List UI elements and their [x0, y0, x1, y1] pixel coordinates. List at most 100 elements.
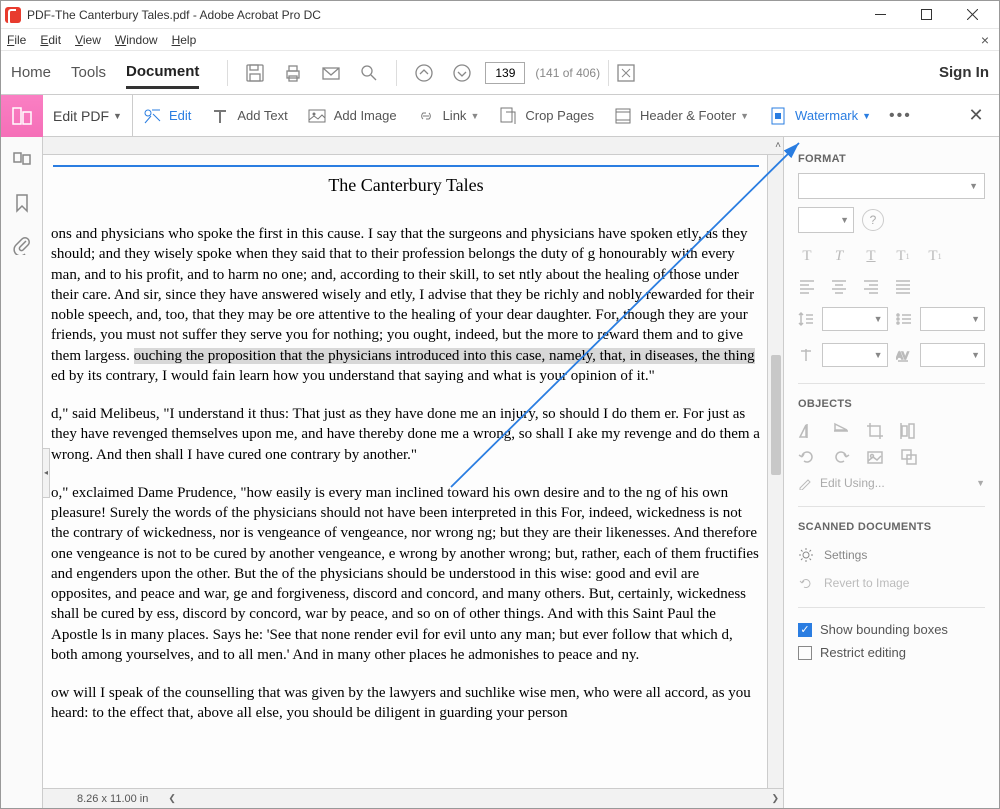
- scroll-up-button[interactable]: ˄: [43, 137, 783, 155]
- crop-obj-icon[interactable]: [866, 422, 884, 440]
- page-down-icon[interactable]: [451, 62, 473, 84]
- page-up-icon[interactable]: [413, 62, 435, 84]
- link-button[interactable]: Link▼: [407, 95, 490, 137]
- align-obj-icon[interactable]: [900, 422, 918, 440]
- hscale-dropdown[interactable]: ▼: [822, 343, 888, 367]
- tab-tools[interactable]: Tools: [71, 64, 106, 87]
- crop-pages-button[interactable]: Crop Pages: [489, 95, 604, 137]
- list-icon: [896, 311, 912, 327]
- menu-view[interactable]: View: [75, 33, 101, 47]
- bookmark-icon[interactable]: [12, 193, 32, 213]
- header-rule: [53, 165, 759, 167]
- char-spacing-dropdown[interactable]: ▼: [920, 343, 986, 367]
- replace-image-icon[interactable]: [866, 448, 884, 466]
- app-icon: [5, 7, 21, 23]
- para-1-highlight: ouching the proposition that the physici…: [134, 348, 755, 364]
- print-icon[interactable]: [282, 62, 304, 84]
- close-button[interactable]: [949, 1, 995, 29]
- para-2: d," said Melibeus, "I understand it thus…: [51, 404, 761, 465]
- maximize-button[interactable]: [903, 1, 949, 29]
- edit-using-dropdown[interactable]: Edit Using... ▼: [798, 476, 985, 490]
- right-sidebar: ▸ FORMAT ▼ ▼ ? T T T T1 T1 ▼: [783, 137, 999, 808]
- text-icon: [211, 107, 229, 125]
- main-toolbar: Home Tools Document (141 of 406) Sign In: [1, 51, 999, 95]
- bold-icon[interactable]: T: [798, 247, 816, 265]
- hscale-icon: [798, 347, 814, 363]
- document-body[interactable]: ons and physicians who spoke the first i…: [45, 224, 767, 724]
- tools-box-icon[interactable]: [617, 64, 635, 82]
- tab-document[interactable]: Document: [126, 63, 199, 89]
- link-label: Link: [443, 108, 467, 123]
- edit-pdf-dropdown[interactable]: Edit PDF▼: [43, 95, 133, 137]
- watermark-button[interactable]: Watermark▼: [759, 95, 881, 137]
- crop-icon: [499, 107, 517, 125]
- menu-bar: File Edit View Window Help ×: [1, 29, 999, 51]
- add-text-button[interactable]: Add Text: [201, 95, 297, 137]
- mail-icon[interactable]: [320, 62, 342, 84]
- para-3: o," exclaimed Dame Prudence, "how easily…: [51, 483, 761, 665]
- edit-icon: [143, 107, 161, 125]
- align-right-icon[interactable]: [862, 277, 880, 295]
- para-4: ow will I speak of the counselling that …: [51, 683, 761, 724]
- settings-label: Settings: [824, 548, 867, 562]
- align-left-icon[interactable]: [798, 277, 816, 295]
- document-close-icon[interactable]: ×: [981, 32, 989, 48]
- edit-button[interactable]: Edit: [133, 95, 201, 137]
- edit-pdf-toolbar: Edit PDF▼ Edit Add Text Add Image Link▼ …: [1, 95, 999, 137]
- font-size-dropdown[interactable]: ▼: [798, 207, 854, 233]
- format-heading: FORMAT: [798, 153, 985, 165]
- restrict-label: Restrict editing: [820, 645, 906, 660]
- search-icon[interactable]: [358, 62, 380, 84]
- scanned-heading: SCANNED DOCUMENTS: [798, 521, 985, 533]
- line-spacing-dropdown[interactable]: ▼: [822, 307, 888, 331]
- page-dimensions: 8.26 x 11.00 in: [77, 793, 148, 805]
- menu-file[interactable]: File: [7, 33, 26, 47]
- superscript-icon[interactable]: T1: [894, 247, 912, 265]
- save-icon[interactable]: [244, 62, 266, 84]
- rotate-cw-icon[interactable]: [832, 448, 850, 466]
- edit-pdf-tool-icon[interactable]: [1, 95, 43, 137]
- menu-help[interactable]: Help: [172, 33, 197, 47]
- menu-edit[interactable]: Edit: [40, 33, 61, 47]
- subscript-icon[interactable]: T1: [926, 247, 944, 265]
- close-editbar-button[interactable]: ✕: [965, 105, 987, 126]
- minimize-button[interactable]: [857, 1, 903, 29]
- checkbox-unchecked-icon: [798, 646, 812, 660]
- crop-label: Crop Pages: [525, 108, 594, 123]
- italic-icon[interactable]: T: [830, 247, 848, 265]
- align-justify-icon[interactable]: [894, 277, 912, 295]
- page-number-input[interactable]: [485, 62, 525, 84]
- add-text-label: Add Text: [237, 108, 287, 123]
- thumbnails-icon[interactable]: [12, 151, 32, 171]
- show-bounding-boxes-checkbox[interactable]: ✓ Show bounding boxes: [798, 622, 985, 637]
- flip-v-icon[interactable]: [832, 422, 850, 440]
- arrange-icon[interactable]: [900, 448, 918, 466]
- para-1a: ons and physicians who spoke the first i…: [51, 226, 754, 364]
- document-title: The Canterbury Tales: [45, 175, 767, 196]
- hscroll-left[interactable]: ❮: [168, 793, 176, 804]
- flip-h-icon[interactable]: [798, 422, 816, 440]
- tab-home[interactable]: Home: [11, 64, 51, 87]
- revert-label: Revert to Image: [824, 576, 909, 590]
- edit-label: Edit: [169, 108, 191, 123]
- window-title: PDF-The Canterbury Tales.pdf - Adobe Acr…: [27, 8, 321, 22]
- list-style-dropdown[interactable]: ▼: [920, 307, 986, 331]
- title-bar: PDF-The Canterbury Tales.pdf - Adobe Acr…: [1, 1, 999, 29]
- add-image-button[interactable]: Add Image: [298, 95, 407, 137]
- para-1c: ed by its contrary, I would fain learn h…: [51, 368, 655, 384]
- more-tools-button[interactable]: •••: [881, 107, 920, 125]
- restrict-editing-checkbox[interactable]: Restrict editing: [798, 645, 985, 660]
- settings-link[interactable]: Settings: [798, 547, 985, 563]
- font-family-dropdown[interactable]: ▼: [798, 173, 985, 199]
- attachment-icon[interactable]: [12, 235, 32, 255]
- color-picker[interactable]: ?: [862, 209, 884, 231]
- menu-window[interactable]: Window: [115, 33, 158, 47]
- rotate-ccw-icon[interactable]: [798, 448, 816, 466]
- header-footer-icon: [614, 107, 632, 125]
- header-footer-button[interactable]: Header & Footer▼: [604, 95, 759, 137]
- edit-pdf-label: Edit PDF: [53, 108, 109, 124]
- sign-in-link[interactable]: Sign In: [939, 64, 989, 81]
- underline-icon[interactable]: T: [862, 247, 880, 265]
- hscroll-right[interactable]: ❯: [771, 793, 779, 804]
- align-center-icon[interactable]: [830, 277, 848, 295]
